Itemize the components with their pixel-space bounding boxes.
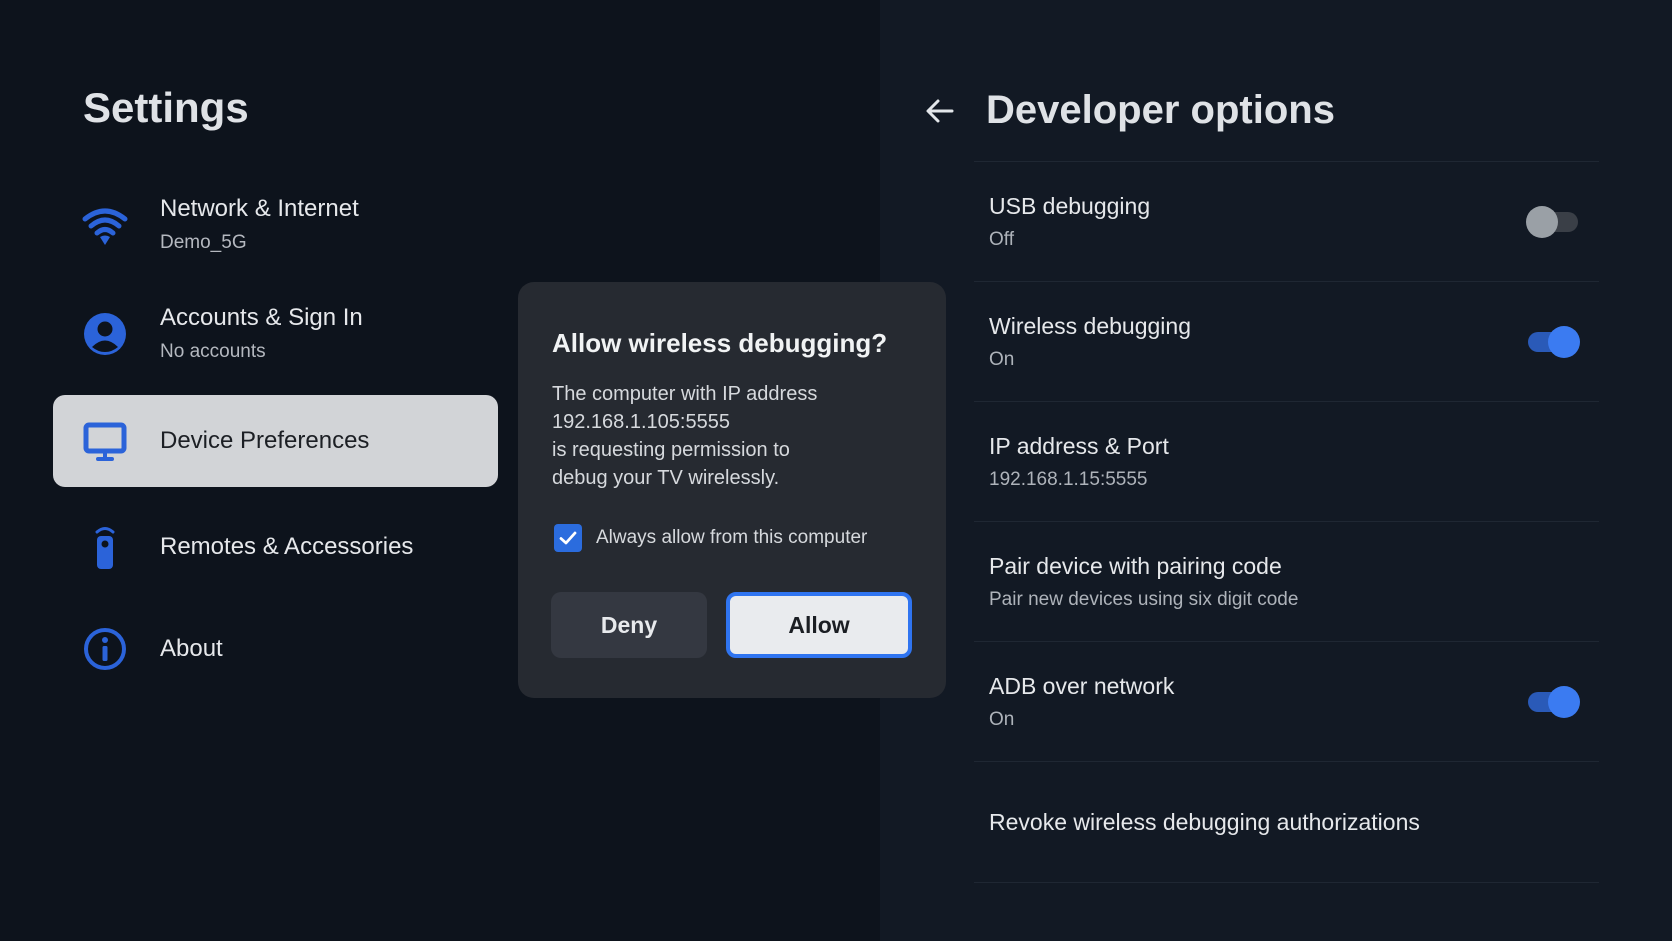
setting-status: Off [989, 228, 1014, 250]
dialog-message: The computer with IP address 192.168.1.1… [552, 380, 922, 492]
adb-over-network-toggle[interactable] [1526, 685, 1580, 719]
menu-item-label: Remotes & Accessories [160, 533, 414, 560]
menu-item-label: Network & Internet [160, 195, 359, 222]
ip-address-port-row[interactable]: IP address & Port 192.168.1.15:5555 [974, 401, 1599, 521]
menu-item-label: Accounts & Sign In [160, 304, 363, 331]
wireless-debugging-toggle[interactable] [1526, 325, 1580, 359]
setting-label: IP address & Port [989, 432, 1169, 459]
wireless-debugging-row[interactable]: Wireless debugging On [974, 281, 1599, 401]
developer-options-list: USB debugging Off Wireless debugging On … [974, 161, 1599, 883]
setting-label: Wireless debugging [989, 312, 1192, 339]
menu-item-accounts[interactable]: Accounts & Sign In No accounts [53, 288, 498, 380]
allow-button[interactable]: Allow [726, 592, 912, 658]
adb-over-network-row[interactable]: ADB over network On [974, 641, 1599, 761]
wifi-icon [81, 201, 129, 249]
setting-status: On [989, 708, 1015, 730]
toggle-knob [1548, 325, 1580, 358]
developer-options-title: Developer options [986, 88, 1335, 132]
revoke-authorizations-row[interactable]: Revoke wireless debugging authorizations [974, 761, 1599, 883]
remote-icon [81, 523, 129, 571]
setting-description: Pair new devices using six digit code [989, 588, 1299, 610]
pair-device-row[interactable]: Pair device with pairing code Pair new d… [974, 521, 1599, 641]
usb-debugging-row[interactable]: USB debugging Off [974, 161, 1599, 281]
tv-icon [81, 417, 129, 465]
setting-label: Pair device with pairing code [989, 552, 1282, 579]
setting-label: ADB over network [989, 672, 1175, 699]
always-allow-row[interactable]: Always allow from this computer [554, 524, 867, 552]
setting-status: On [989, 348, 1015, 370]
usb-debugging-toggle[interactable] [1526, 205, 1580, 239]
setting-value: 192.168.1.15:5555 [989, 468, 1148, 490]
dialog-message-line: The computer with IP address [552, 383, 818, 405]
info-icon [81, 625, 129, 673]
menu-item-remotes[interactable]: Remotes & Accessories [53, 501, 498, 593]
dialog-message-line: is requesting permission to [552, 439, 790, 461]
account-icon [81, 310, 129, 358]
menu-item-label: Device Preferences [160, 427, 370, 454]
menu-item-sub: Demo_5G [160, 232, 247, 253]
menu-item-label: About [160, 635, 223, 662]
menu-item-device-preferences[interactable]: Device Preferences [53, 395, 498, 487]
dialog-message-line: debug your TV wirelessly. [552, 467, 780, 489]
back-arrow-icon[interactable] [924, 95, 956, 127]
menu-item-sub: No accounts [160, 341, 266, 362]
dialog-title: Allow wireless debugging? [552, 328, 888, 358]
settings-title: Settings [83, 84, 249, 131]
dialog-message-line: 192.168.1.105:5555 [552, 411, 730, 433]
setting-label: USB debugging [989, 192, 1151, 219]
menu-item-network[interactable]: Network & Internet Demo_5G [53, 179, 498, 271]
toggle-knob [1548, 685, 1580, 718]
deny-button[interactable]: Deny [551, 592, 707, 658]
always-allow-label: Always allow from this computer [596, 527, 868, 548]
toggle-knob [1526, 205, 1558, 238]
setting-label: Revoke wireless debugging authorizations [989, 809, 1420, 835]
wireless-debugging-dialog: Allow wireless debugging? The computer w… [518, 282, 946, 698]
menu-item-about[interactable]: About [53, 603, 498, 695]
checkmark-icon [559, 531, 577, 545]
always-allow-checkbox[interactable] [554, 524, 582, 552]
